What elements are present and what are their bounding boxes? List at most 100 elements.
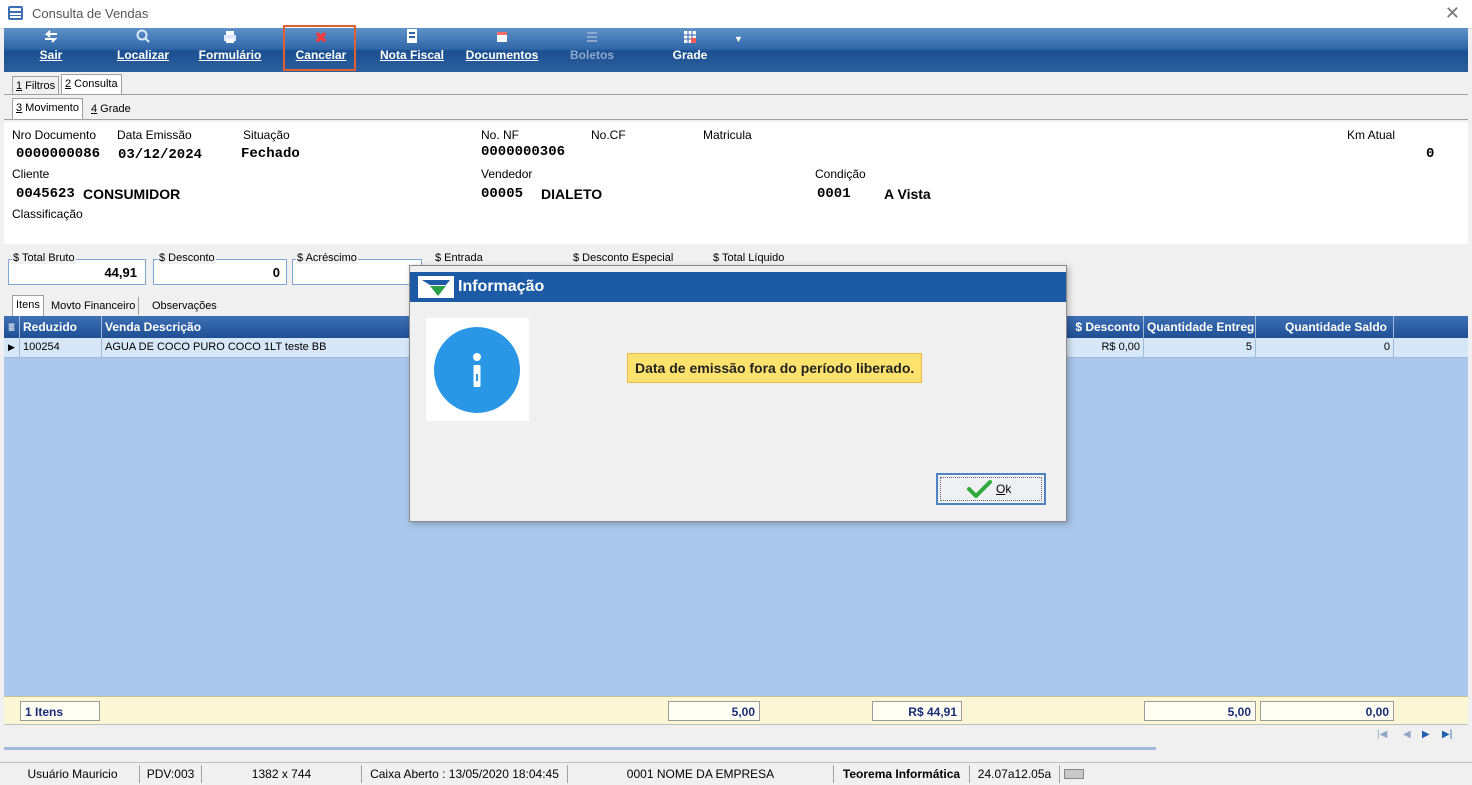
tab-movimento[interactable]: 3 Movimento bbox=[12, 98, 83, 119]
cancel-button-highlight bbox=[283, 25, 356, 71]
matricula-label: Matricula bbox=[703, 128, 752, 142]
invoice-icon bbox=[374, 28, 450, 48]
col-reduzido[interactable]: Reduzido bbox=[20, 316, 102, 338]
information-dialog: Informação Data de emissão fora do perío… bbox=[409, 265, 1067, 522]
cell-reduzido: 100254 bbox=[20, 338, 102, 357]
tab-observacoes[interactable]: Observações bbox=[149, 297, 220, 315]
horizontal-scrollbar[interactable] bbox=[4, 747, 1156, 750]
sale-header-panel: Nro Documento 0000000086 Data Emissão 03… bbox=[4, 122, 1468, 244]
nota-fiscal-button-label: Nota Fiscal bbox=[379, 48, 445, 62]
boletos-button-label: Boletos bbox=[569, 48, 614, 62]
keyboard-icon bbox=[1064, 769, 1084, 779]
window-title: Consulta de Vendas bbox=[32, 6, 149, 21]
dialog-message: Data de emissão fora do período liberado… bbox=[627, 353, 923, 383]
cell-qtd-entregue: 5 bbox=[1144, 338, 1256, 357]
grid-options-icon[interactable]: ≣ bbox=[4, 316, 20, 338]
grade-button-label: Grade bbox=[672, 48, 708, 62]
information-icon bbox=[434, 327, 520, 413]
tab-grade[interactable]: 4 Grade bbox=[88, 100, 134, 118]
boletos-button[interactable]: Boletos bbox=[560, 28, 624, 72]
desconto-label: $ Desconto bbox=[158, 252, 216, 264]
window-titlebar: Consulta de Vendas ✕ bbox=[0, 0, 1472, 29]
tab-movimento-label: Movimento bbox=[22, 102, 79, 114]
footer-itens-count: 1 Itens bbox=[20, 701, 100, 721]
status-versao: 24.07a12.05a bbox=[970, 765, 1060, 783]
cliente-nome: CONSUMIDOR bbox=[83, 186, 181, 202]
tab-consulta[interactable]: 2 Consulta bbox=[61, 74, 122, 95]
total-liquido-label: $ Total Líquido bbox=[712, 252, 786, 264]
dialog-icon-panel bbox=[426, 318, 529, 421]
footer-valor: R$ 44,91 bbox=[872, 701, 962, 721]
condicao-nome: A Vista bbox=[884, 186, 931, 202]
tab-itens[interactable]: Itens bbox=[12, 295, 44, 316]
footer-quantidade: 5,00 bbox=[668, 701, 760, 721]
boletos-icon bbox=[560, 28, 624, 48]
search-button[interactable]: Localizar bbox=[108, 28, 178, 72]
tab-divider bbox=[4, 94, 1468, 95]
ok-button-label: Ok bbox=[996, 482, 1011, 496]
situacao-label: Situação bbox=[243, 128, 290, 142]
entrada-label: $ Entrada bbox=[434, 252, 484, 264]
nota-fiscal-button[interactable]: Nota Fiscal bbox=[374, 28, 450, 72]
cell-qtd-saldo: 0 bbox=[1256, 338, 1394, 357]
sub-tab-strip: 3 Movimento 4 Grade bbox=[4, 98, 1468, 120]
footer-saldo: 0,00 bbox=[1260, 701, 1394, 721]
search-icon bbox=[108, 28, 178, 48]
subtab-divider bbox=[4, 119, 1468, 120]
status-fabricante: Teorema Informática bbox=[834, 765, 970, 783]
col-quantidade-entregue[interactable]: Quantidade Entreg bbox=[1144, 316, 1256, 338]
tab-movto-financeiro[interactable]: Movto Financeiro bbox=[48, 297, 140, 315]
nro-documento-label: Nro Documento bbox=[12, 128, 97, 142]
window-close-icon[interactable]: ✕ bbox=[1445, 3, 1460, 24]
documents-button-label: Documentos bbox=[465, 48, 539, 62]
status-empresa: 0001 NOME DA EMPRESA bbox=[568, 765, 834, 783]
no-nf-value: 0000000306 bbox=[481, 144, 566, 160]
cliente-codigo: 0045623 bbox=[16, 186, 75, 202]
col-quantidade-saldo[interactable]: Quantidade Saldo bbox=[1256, 316, 1394, 338]
documents-button[interactable]: Documentos bbox=[460, 28, 544, 72]
teorema-logo-icon bbox=[418, 276, 454, 298]
exit-button-label: Sair bbox=[39, 48, 63, 62]
km-atual-label: Km Atual bbox=[1347, 128, 1396, 142]
tab-filtros[interactable]: 1 Filtros bbox=[12, 76, 60, 94]
data-emissao-label: Data Emissão bbox=[117, 128, 192, 142]
desconto-especial-label: $ Desconto Especial bbox=[572, 252, 675, 264]
app-icon bbox=[8, 6, 23, 20]
grade-button[interactable]: Grade bbox=[660, 28, 720, 72]
form-button[interactable]: Formulário bbox=[194, 28, 266, 72]
dialog-title: Informação bbox=[458, 278, 545, 295]
nav-first-icon[interactable]: |◀ bbox=[1377, 729, 1387, 740]
search-button-label: Localizar bbox=[116, 48, 170, 62]
toolbar-more-chevron-down-icon[interactable]: ▼ bbox=[734, 34, 743, 44]
toolbar: Sair Localizar Formulário ✖ Cancelar Not… bbox=[4, 28, 1468, 72]
cliente-label: Cliente bbox=[12, 167, 50, 181]
exit-icon bbox=[26, 28, 76, 48]
exit-button[interactable]: Sair bbox=[26, 28, 76, 72]
ok-button-label-rest: k bbox=[1005, 482, 1012, 496]
vendedor-codigo: 00005 bbox=[481, 186, 524, 202]
top-tab-strip: 1 Filtros 2 Consulta bbox=[4, 74, 1468, 96]
documents-icon bbox=[460, 28, 544, 48]
total-bruto-label: $ Total Bruto bbox=[12, 252, 76, 264]
acrescimo-label: $ Acréscimo bbox=[296, 252, 358, 264]
col-desconto[interactable]: $ Desconto bbox=[1067, 316, 1144, 338]
condicao-label: Condição bbox=[815, 167, 866, 181]
ok-button-key: O bbox=[996, 482, 1006, 496]
classificacao-label: Classificação bbox=[12, 207, 83, 221]
cell-desconto: R$ 0,00 bbox=[1067, 338, 1144, 357]
grid-icon bbox=[660, 28, 720, 48]
nav-last-icon[interactable]: ▶| bbox=[1442, 729, 1452, 740]
grid-footer: 1 Itens 5,00 R$ 44,91 5,00 0,00 bbox=[4, 696, 1468, 725]
no-nf-label: No. NF bbox=[481, 128, 520, 142]
ok-button[interactable]: Ok bbox=[936, 473, 1046, 505]
check-icon bbox=[967, 480, 992, 498]
row-selector-icon: ▶ bbox=[4, 338, 20, 357]
dialog-titlebar: Informação bbox=[410, 272, 1066, 302]
condicao-codigo: 0001 bbox=[817, 186, 851, 202]
nav-prev-icon[interactable]: ◀ bbox=[1403, 729, 1411, 740]
tab-grade-label: Grade bbox=[97, 103, 131, 115]
record-navigator: |◀ ◀ ▶ ▶| bbox=[4, 724, 1468, 750]
nro-documento-value: 0000000086 bbox=[16, 146, 101, 162]
status-usuario: Usuário Mauricio bbox=[6, 765, 140, 783]
nav-next-icon[interactable]: ▶ bbox=[1422, 729, 1430, 740]
